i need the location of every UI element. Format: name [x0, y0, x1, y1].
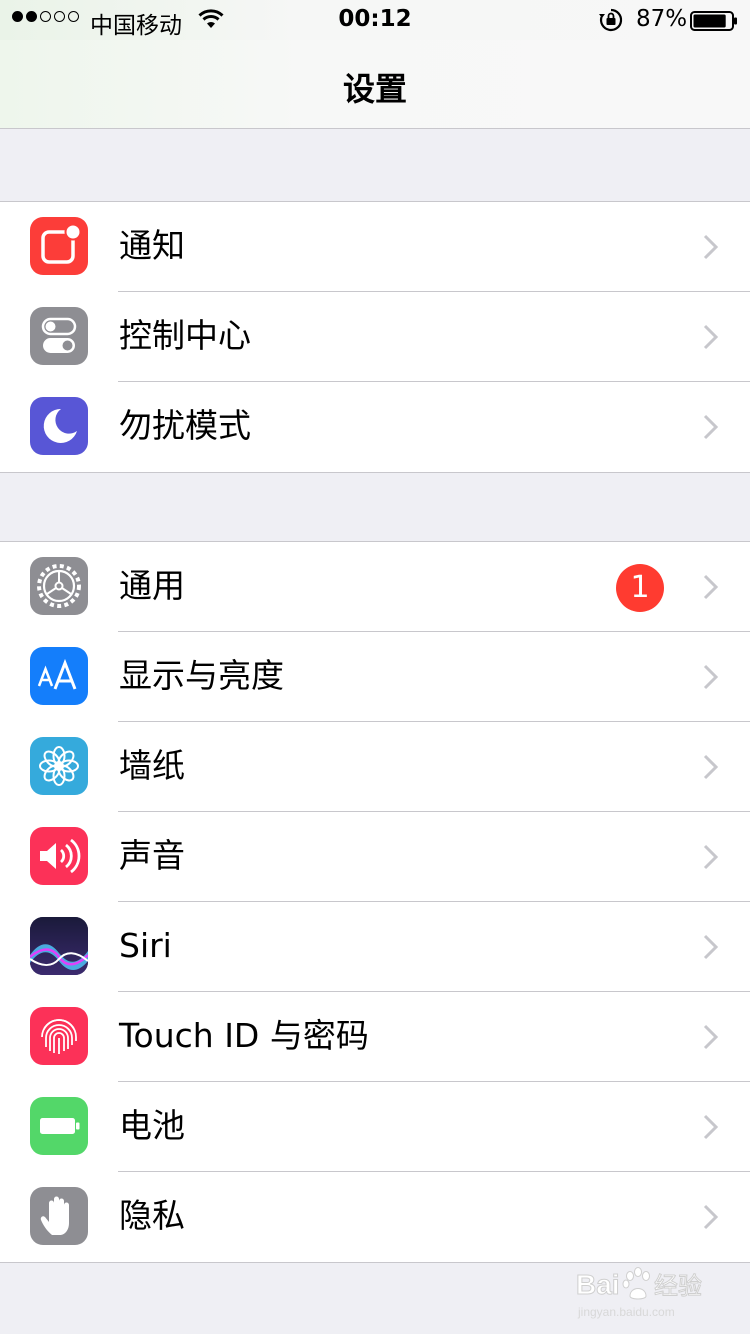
settings-row-control-center[interactable]: 控制中心: [0, 292, 750, 382]
svg-text:Bai: Bai: [576, 1269, 620, 1300]
row-label: 电池: [119, 1106, 185, 1145]
settings-row-notifications[interactable]: 通知: [0, 202, 750, 292]
settings-row-privacy[interactable]: 隐私: [0, 1172, 750, 1262]
chevron-right-icon: [703, 234, 719, 264]
battery-percent: 87%: [636, 6, 688, 32]
wallpaper-flower-icon: [30, 737, 88, 795]
settings-row-sounds[interactable]: 声音: [0, 812, 750, 902]
row-label: 通用: [119, 566, 185, 605]
status-bar: 中国移动 00:12 87%: [0, 0, 750, 40]
row-label: 墙纸: [119, 746, 185, 785]
chevron-right-icon: [703, 1024, 719, 1054]
navigation-bar: 设置: [0, 40, 750, 129]
settings-row-display-brightness[interactable]: 显示与亮度: [0, 632, 750, 722]
fingerprint-icon: [30, 1007, 88, 1065]
chevron-right-icon: [703, 754, 719, 784]
gear-icon: [30, 557, 88, 615]
svg-text:jingyan.baidu.com: jingyan.baidu.com: [577, 1305, 675, 1319]
chevron-right-icon: [703, 934, 719, 964]
update-count-badge: 1: [616, 564, 664, 612]
row-label: Siri: [119, 926, 172, 965]
chevron-right-icon: [703, 574, 719, 604]
chevron-right-icon: [703, 1114, 719, 1144]
siri-icon: [30, 917, 88, 975]
chevron-right-icon: [703, 324, 719, 354]
chevron-right-icon: [703, 844, 719, 874]
row-label: 声音: [119, 836, 185, 875]
row-label: 勿扰模式: [119, 406, 251, 445]
settings-row-do-not-disturb[interactable]: 勿扰模式: [0, 382, 750, 472]
speaker-sound-icon: [30, 827, 88, 885]
baidu-jingyan-watermark: Bai 经验 jingyan.baidu.com: [574, 1262, 724, 1324]
chevron-right-icon: [703, 1204, 719, 1234]
settings-row-battery[interactable]: 电池: [0, 1082, 750, 1172]
row-label: 控制中心: [119, 316, 251, 355]
settings-row-general[interactable]: 通用 1: [0, 542, 750, 632]
settings-row-siri[interactable]: Siri: [0, 902, 750, 992]
page-title: 设置: [342, 70, 407, 108]
row-label: 通知: [119, 226, 185, 265]
svg-text:经验: 经验: [654, 1272, 702, 1300]
chevron-right-icon: [703, 664, 719, 694]
battery-status-icon: [690, 11, 737, 31]
settings-row-touch-id-passcode[interactable]: Touch ID 与密码: [0, 992, 750, 1082]
rotation-lock-icon: [598, 8, 624, 38]
notifications-icon: [30, 217, 88, 275]
settings-row-wallpaper[interactable]: 墙纸: [0, 722, 750, 812]
settings-group-2: 通用 1 显示与亮度 墙纸 声音 Siri Touch ID 与密码 电池 隐私: [0, 541, 750, 1263]
row-label: Touch ID 与密码: [119, 1016, 369, 1055]
battery-icon: [30, 1097, 88, 1155]
row-label: 隐私: [119, 1196, 185, 1235]
settings-group-1: 通知 控制中心 勿扰模式: [0, 201, 750, 473]
do-not-disturb-moon-icon: [30, 397, 88, 455]
privacy-hand-icon: [30, 1187, 88, 1245]
control-center-icon: [30, 307, 88, 365]
display-brightness-aa-icon: [30, 647, 88, 705]
chevron-right-icon: [703, 414, 719, 444]
row-label: 显示与亮度: [119, 656, 284, 695]
